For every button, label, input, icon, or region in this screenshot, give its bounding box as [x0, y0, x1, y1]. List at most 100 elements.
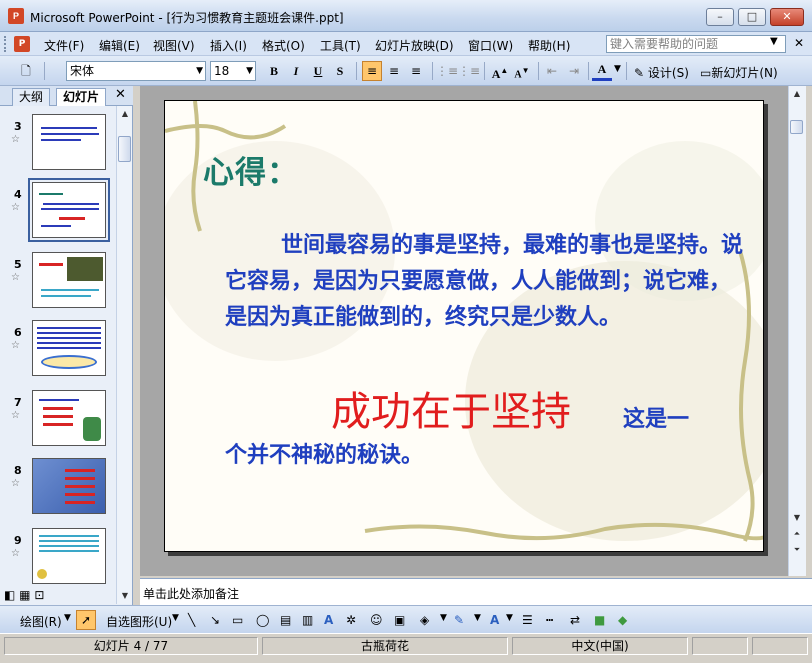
slide-thumbnail[interactable]: [32, 528, 106, 584]
slide-thumbnail[interactable]: [32, 320, 106, 376]
font-color-icon[interactable]: A: [490, 613, 499, 627]
animation-star-icon: ☆: [11, 548, 20, 559]
underline-button[interactable]: U: [308, 61, 328, 81]
increase-font-button[interactable]: A▲: [490, 61, 510, 81]
shadow-button[interactable]: S: [330, 61, 350, 81]
tab-slides[interactable]: 幻灯片: [56, 88, 107, 106]
document-icon[interactable]: P: [14, 36, 30, 52]
slide-canvas[interactable]: 心得： 世间最容易的事是坚持，最难的事也是坚持。说它容易，是因为只要愿意做，人人…: [164, 100, 764, 552]
slide-thumbnail[interactable]: [32, 390, 106, 446]
slide-title[interactable]: 心得：: [203, 147, 299, 192]
minimize-button[interactable]: –: [706, 8, 734, 26]
slide-tail-text: 个并不神秘的秘诀。: [225, 442, 424, 468]
textbox-icon[interactable]: ▤: [280, 613, 291, 627]
scroll-up-icon[interactable]: ▲: [117, 106, 133, 122]
normal-view-icon[interactable]: ◧: [4, 588, 15, 602]
arrow-style-icon[interactable]: ⇄: [570, 613, 580, 627]
menu-file[interactable]: 文件(F): [44, 37, 84, 54]
align-right-button[interactable]: ≡: [406, 61, 426, 81]
window-title: Microsoft PowerPoint - [行为习惯教育主题班会课件.ppt…: [30, 11, 344, 25]
oval-icon[interactable]: ◯: [256, 613, 269, 627]
pane-close-icon[interactable]: ✕: [115, 87, 126, 102]
tab-outline[interactable]: 大纲: [12, 88, 51, 106]
decrease-indent-button[interactable]: ⇤: [542, 61, 562, 81]
font-name-value: 宋体: [70, 64, 95, 78]
new-document-icon[interactable]: 🗋: [16, 61, 36, 81]
next-slide-icon[interactable]: ⏷: [789, 542, 805, 558]
font-color-button[interactable]: A: [592, 61, 612, 81]
slide-thumbnail[interactable]: [32, 114, 106, 170]
chevron-down-icon: ▼: [474, 613, 481, 623]
diagram-icon[interactable]: ✲: [346, 613, 356, 627]
slide-highlight-text[interactable]: 成功在于坚持: [331, 379, 571, 437]
clipart-icon[interactable]: ☺: [370, 613, 383, 627]
new-slide-button[interactable]: ▭新幻灯片(N): [700, 64, 778, 81]
bold-button[interactable]: B: [264, 61, 284, 81]
help-dropdown-icon[interactable]: ▼: [770, 36, 778, 47]
scroll-down-icon[interactable]: ▼: [789, 510, 805, 526]
slide-thumbnail-selected[interactable]: [28, 178, 110, 242]
menu-view[interactable]: 视图(V): [153, 37, 195, 54]
line-style-icon[interactable]: ☰: [522, 613, 533, 627]
draw-menu-button[interactable]: 绘图(R): [20, 613, 62, 630]
menu-format[interactable]: 格式(O): [262, 37, 305, 54]
menu-insert[interactable]: 插入(I): [210, 37, 247, 54]
slideshow-view-icon[interactable]: ⊡: [34, 588, 44, 602]
slide-body-text[interactable]: 世间最容易的事是坚持，最难的事也是坚持。说它容易，是因为只要愿意做，人人能做到；…: [225, 227, 745, 335]
shadow-style-icon[interactable]: ■: [594, 613, 605, 627]
bullets-button[interactable]: ⋮≡: [458, 61, 480, 81]
thumb-red-text: [59, 217, 85, 220]
maximize-button[interactable]: □: [738, 8, 766, 26]
align-left-button[interactable]: ≡: [362, 61, 382, 81]
chevron-down-icon: ▼: [506, 613, 513, 623]
align-center-button[interactable]: ≡: [384, 61, 404, 81]
increase-indent-button[interactable]: ⇥: [564, 61, 584, 81]
menu-grip[interactable]: [4, 36, 8, 52]
wordart-icon[interactable]: A: [324, 613, 333, 627]
picture-icon[interactable]: ▣: [394, 613, 405, 627]
dash-style-icon[interactable]: ┅: [546, 613, 553, 627]
design-button[interactable]: ✎ 设计(S): [634, 64, 689, 81]
menu-window[interactable]: 窗口(W): [468, 37, 513, 54]
scrollbar-thumb[interactable]: [790, 120, 803, 134]
slide-thumbnail[interactable]: [32, 252, 106, 308]
toolbar-separator: [432, 62, 433, 80]
menu-tools[interactable]: 工具(T): [320, 37, 361, 54]
slide-thumbnail[interactable]: [32, 458, 106, 514]
scroll-down-icon[interactable]: ▼: [117, 588, 133, 604]
menu-edit[interactable]: 编辑(E): [99, 37, 140, 54]
autoshapes-menu-button[interactable]: 自选图形(U): [106, 613, 172, 630]
numbering-button[interactable]: ⋮≡: [436, 61, 458, 81]
help-search-input[interactable]: 键入需要帮助的问题: [606, 35, 786, 53]
decrease-font-button[interactable]: A▼: [512, 61, 532, 81]
toolbar-separator: [588, 62, 589, 80]
editor-scrollbar[interactable]: ▲ ▼ ⏶ ⏷: [788, 86, 806, 576]
line-color-icon[interactable]: ✎: [454, 613, 464, 627]
scrollbar-thumb[interactable]: [118, 136, 131, 162]
rectangle-icon[interactable]: ▭: [232, 613, 243, 627]
previous-slide-icon[interactable]: ⏶: [789, 526, 805, 542]
close-button[interactable]: ✕: [770, 8, 804, 26]
font-color-dropdown-icon[interactable]: ▼: [614, 64, 621, 74]
font-name-select[interactable]: 宋体 ▼: [66, 61, 206, 81]
thumb-text-line: [39, 399, 79, 401]
vertical-textbox-icon[interactable]: ▥: [302, 613, 313, 627]
fill-color-icon[interactable]: ◈: [420, 613, 429, 627]
slide-sorter-icon[interactable]: ▦: [19, 588, 30, 602]
scroll-up-icon[interactable]: ▲: [789, 86, 805, 102]
menu-help[interactable]: 帮助(H): [528, 37, 570, 54]
3d-style-icon[interactable]: ◆: [618, 613, 627, 627]
font-size-select[interactable]: 18 ▼: [210, 61, 256, 81]
italic-button[interactable]: I: [286, 61, 306, 81]
select-objects-icon[interactable]: ➚: [76, 610, 96, 630]
thumb-red-text: [65, 477, 95, 480]
slides-pane-scrollbar[interactable]: ▲ ▼: [116, 106, 132, 604]
line-icon[interactable]: ╲: [188, 613, 195, 627]
menu-slideshow[interactable]: 幻灯片放映(D): [375, 37, 454, 54]
arrow-icon[interactable]: ↘: [210, 613, 220, 627]
document-close-icon[interactable]: ✕: [794, 36, 804, 50]
new-slide-icon: ▭: [700, 66, 712, 80]
notes-pane[interactable]: 单击此处添加备注: [140, 578, 812, 605]
toolbar-separator: [484, 62, 485, 80]
powerpoint-app-icon[interactable]: P: [8, 8, 24, 24]
